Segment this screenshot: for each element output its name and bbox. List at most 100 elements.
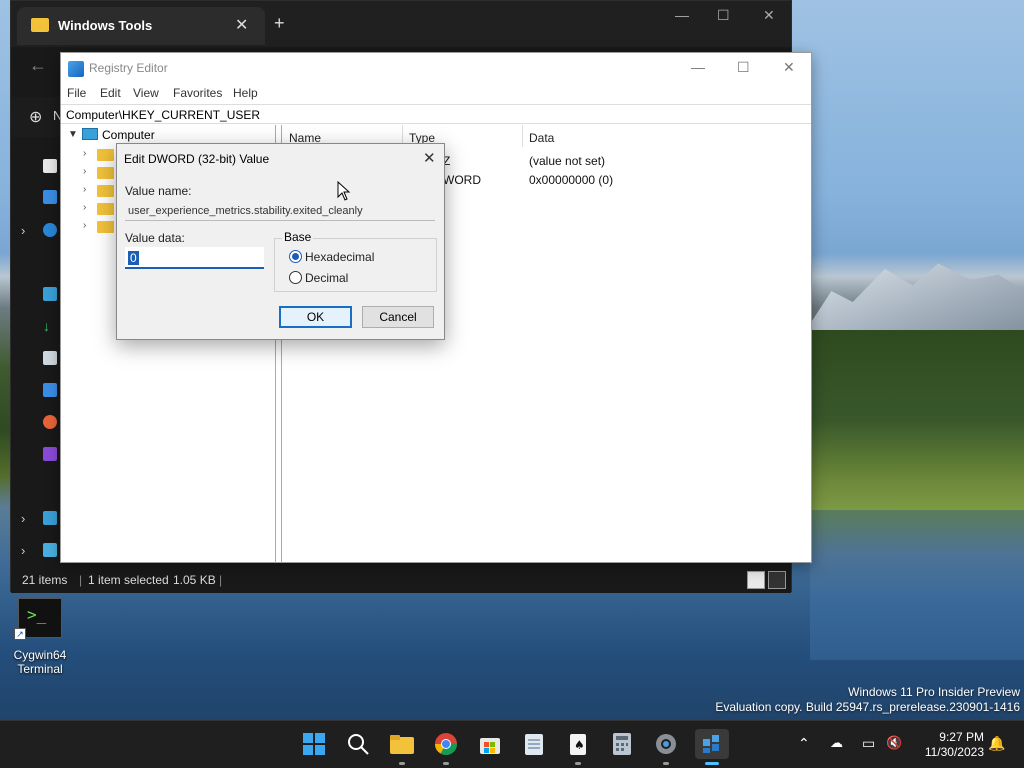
explorer-status-bar: 21 items | 1 item selected 1.05 KB | [11, 567, 791, 593]
settings-icon[interactable] [651, 729, 681, 759]
search-icon[interactable] [343, 729, 373, 759]
menu-help[interactable]: Help [233, 86, 258, 100]
evaluation-watermark: Windows 11 Pro Insider Preview Evaluatio… [715, 685, 1020, 715]
desktop-folder-icon[interactable] [43, 287, 57, 301]
start-icon[interactable] [299, 729, 329, 759]
this-pc-icon[interactable] [43, 511, 57, 525]
close-icon[interactable]: ✕ [763, 7, 775, 24]
maximize-icon[interactable]: ☐ [737, 59, 750, 76]
menu-favorites[interactable]: Favorites [173, 86, 222, 100]
status-divider: | [79, 573, 83, 587]
home-icon[interactable] [43, 159, 57, 173]
row-data[interactable]: (value not set) [529, 154, 605, 168]
folder-icon [97, 185, 114, 197]
calculator-icon[interactable] [607, 729, 637, 759]
desktop-icon-label-line1: Cygwin64 [13, 648, 67, 662]
menu-view[interactable]: View [133, 86, 159, 100]
chevron-right-icon[interactable]: › [83, 148, 86, 159]
regedit-title: Registry Editor [89, 61, 168, 75]
notepad-icon[interactable] [519, 729, 549, 759]
computer-icon [82, 128, 98, 140]
base-groupbox [274, 238, 437, 292]
network-icon[interactable] [43, 543, 57, 557]
close-tab-icon[interactable]: ✕ [235, 15, 248, 35]
clock-time: 9:27 PM [939, 730, 984, 744]
tree-root-computer[interactable]: Computer [102, 128, 155, 142]
ok-button[interactable]: OK [279, 306, 352, 328]
active-indicator [705, 762, 719, 765]
taskbar-clock[interactable]: 9:27 PM 11/30/2023 [916, 730, 984, 760]
new-plus-icon[interactable]: ⊕ [29, 107, 42, 127]
expand-arrow-icon[interactable]: › [21, 511, 25, 526]
decimal-label[interactable]: Decimal [305, 271, 348, 285]
watermark-line1: Windows 11 Pro Insider Preview [848, 685, 1020, 699]
value-data-label: Value data: [125, 231, 185, 245]
menu-edit[interactable]: Edit [100, 86, 121, 100]
pictures-icon[interactable] [43, 383, 57, 397]
documents-icon[interactable] [43, 351, 57, 365]
column-separator[interactable] [522, 125, 523, 147]
chrome-icon[interactable] [431, 729, 461, 759]
row-type[interactable]: WORD [443, 173, 481, 187]
volume-muted-icon[interactable]: 🔇 [886, 735, 902, 751]
chevron-down-icon[interactable]: ▼ [68, 129, 78, 140]
tiles-view-button[interactable] [768, 571, 786, 589]
value-name-label: Value name: [125, 184, 192, 198]
hexadecimal-radio[interactable] [289, 250, 302, 263]
onedrive-tray-icon[interactable]: ☁ [830, 735, 843, 751]
details-view-button[interactable] [747, 571, 765, 589]
cancel-button[interactable]: Cancel [362, 306, 434, 328]
videos-icon[interactable] [43, 447, 57, 461]
desktop-icon-label[interactable]: Cygwin64 Terminal [4, 648, 76, 676]
chevron-right-icon[interactable]: › [83, 184, 86, 195]
clock-date: 11/30/2023 [924, 745, 984, 759]
wallpaper-trees [810, 330, 1024, 510]
desktop-icon-label-line2: Terminal [17, 662, 63, 676]
status-size: 1.05 KB [173, 573, 216, 587]
minimize-icon[interactable]: — [675, 7, 689, 23]
base-label: Base [282, 230, 314, 244]
value-name-field: user_experience_metrics.stability.exited… [125, 202, 435, 221]
address-path: Computer\HKEY_CURRENT_USER [66, 108, 261, 122]
row-data[interactable]: 0x00000000 (0) [529, 173, 613, 187]
store-icon[interactable] [475, 729, 505, 759]
chevron-right-icon[interactable]: › [83, 166, 86, 177]
explorer-tab[interactable]: Windows Tools ✕ [17, 7, 265, 45]
chevron-right-icon[interactable]: › [83, 202, 86, 213]
running-indicator [575, 762, 581, 765]
wallpaper-water [810, 510, 1024, 660]
close-icon[interactable]: ✕ [423, 149, 436, 167]
expand-arrow-icon[interactable]: › [21, 223, 25, 238]
network-icon[interactable]: ▭ [862, 735, 875, 752]
notification-bell-icon[interactable]: 🔔 [988, 735, 1005, 752]
minimize-icon[interactable]: — [691, 59, 705, 75]
chevron-right-icon[interactable]: › [83, 220, 86, 231]
decimal-radio[interactable] [289, 271, 302, 284]
edit-dword-dialog: Edit DWORD (32-bit) Value ✕ Value name: … [116, 143, 445, 340]
value-data-input[interactable]: 0 [125, 247, 264, 269]
menu-file[interactable]: File [67, 86, 86, 100]
regedit-taskbar-icon[interactable] [695, 729, 729, 759]
value-data-selected-text: 0 [128, 251, 139, 265]
folder-icon [97, 203, 114, 215]
chevron-up-icon[interactable]: ⌃ [798, 735, 810, 752]
new-tab-button[interactable]: + [274, 13, 285, 34]
hexadecimal-label[interactable]: Hexadecimal [305, 250, 374, 264]
running-indicator [443, 762, 449, 765]
solitaire-icon[interactable]: ♠ [563, 729, 593, 759]
onedrive-icon[interactable] [43, 223, 57, 237]
close-icon[interactable]: ✕ [783, 59, 795, 76]
file-explorer-icon[interactable] [387, 729, 417, 759]
column-data[interactable]: Data [529, 131, 554, 145]
terminal-prompt-icon: >_ [27, 605, 47, 624]
watermark-line2: Evaluation copy. Build 25947.rs_prerelea… [715, 700, 1020, 714]
downloads-icon[interactable]: ↓ [43, 319, 57, 333]
maximize-icon[interactable]: ☐ [717, 7, 730, 24]
music-icon[interactable] [43, 415, 57, 429]
status-item-count: 21 items [22, 573, 68, 587]
back-arrow-icon[interactable]: ← [29, 55, 47, 76]
status-divider: | [219, 573, 223, 587]
gallery-icon[interactable] [43, 190, 57, 204]
expand-arrow-icon[interactable]: › [21, 543, 25, 558]
address-bar[interactable]: Computer\HKEY_CURRENT_USER [61, 104, 811, 124]
